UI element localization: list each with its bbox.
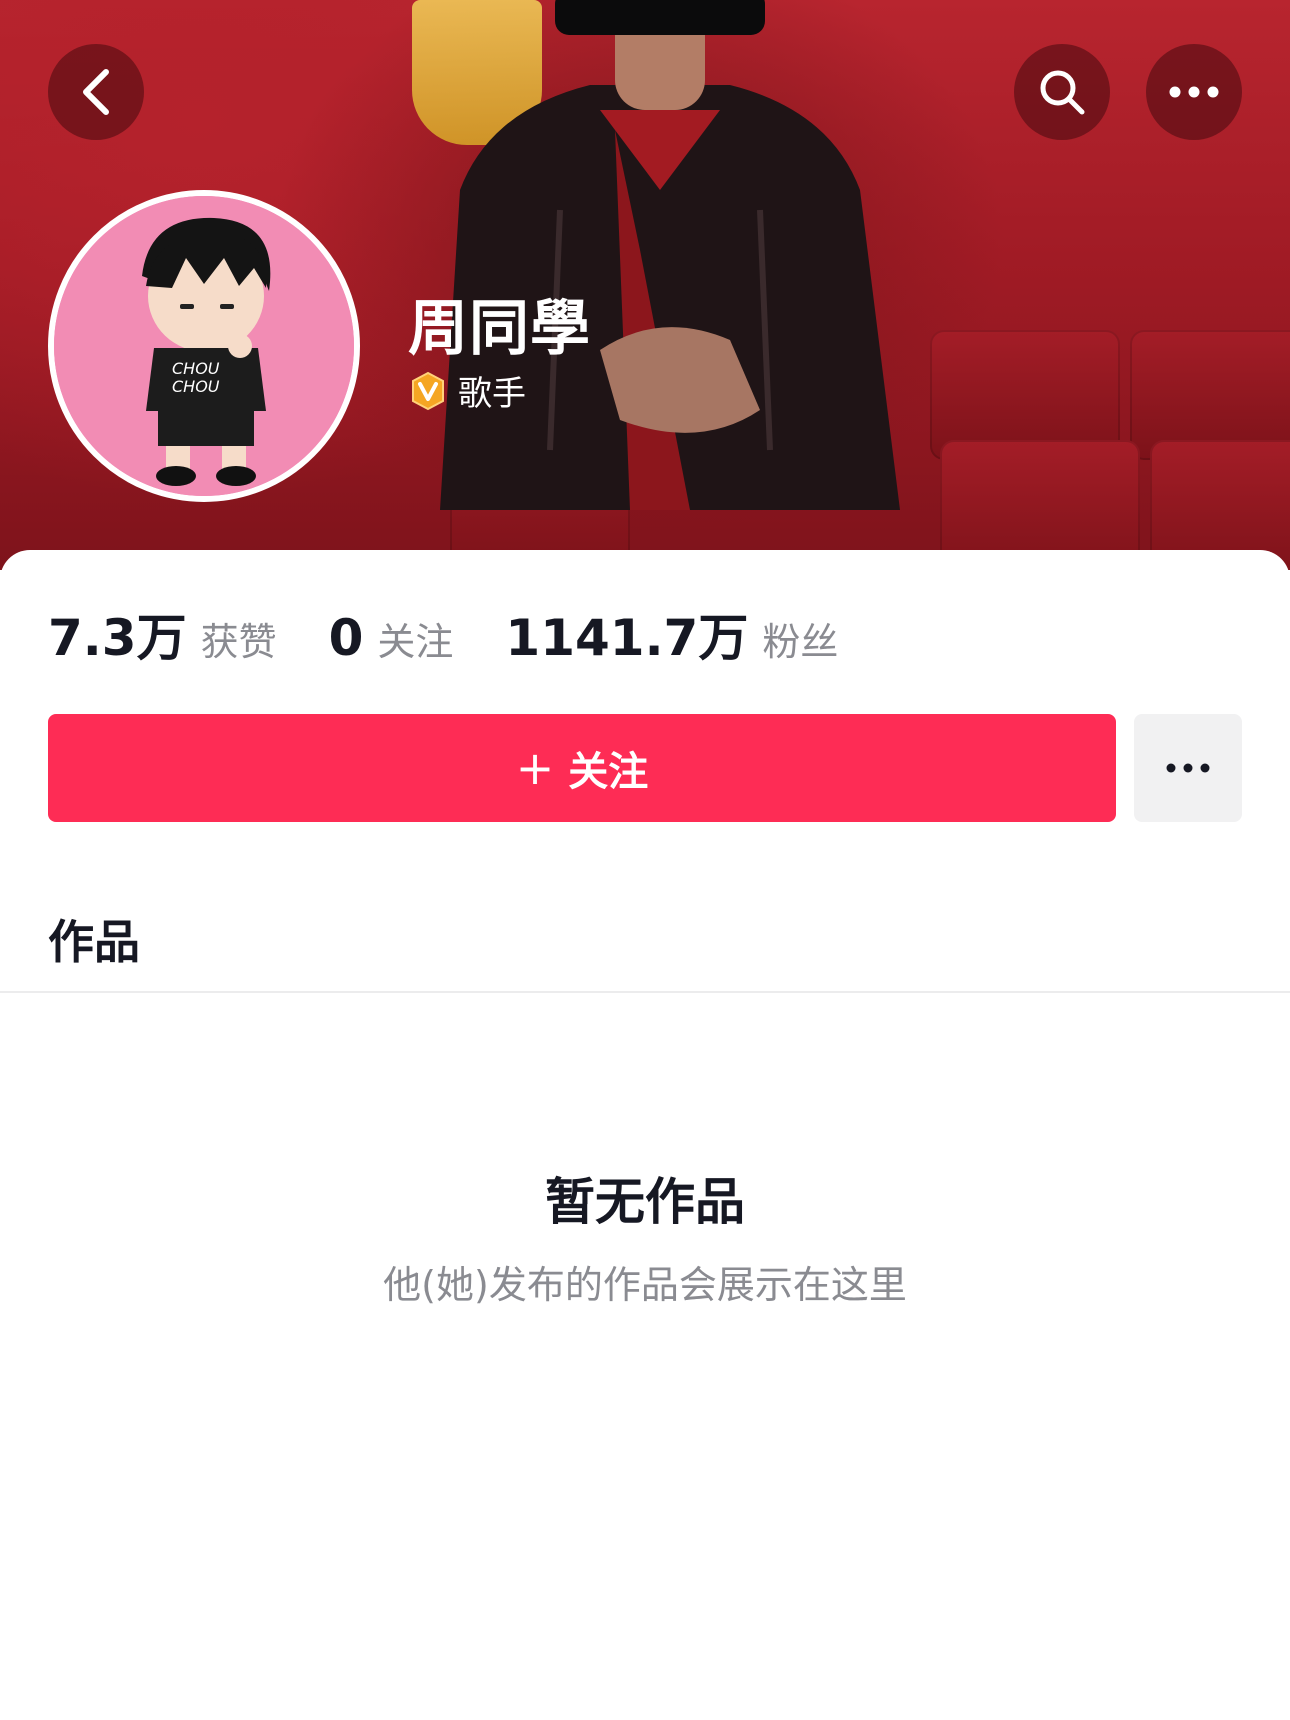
ellipsis-horizontal-icon <box>1169 86 1219 98</box>
follow-button[interactable]: + 关注 <box>48 714 1116 822</box>
stat-likes[interactable]: 7.3万 获赞 <box>48 598 277 670</box>
stat-following[interactable]: 0 关注 <box>329 609 454 667</box>
more-actions-button[interactable] <box>1134 714 1242 822</box>
profile-display-name: 周同學 <box>408 294 591 364</box>
empty-state-title: 暂无作品 <box>545 1173 745 1231</box>
stat-value: 0 <box>328 609 364 667</box>
avatar-figure-image: CHOU CHOU <box>54 196 354 496</box>
ellipsis-horizontal-icon <box>1166 763 1210 773</box>
stat-value: 7.3万 <box>48 609 187 667</box>
cover-person-photo <box>440 0 900 510</box>
tab-works[interactable]: 作品 <box>48 906 140 972</box>
stat-followers[interactable]: 1141.7万 粉丝 <box>505 598 838 670</box>
profile-cover-banner: CHOU CHOU 周同學 歌手 <box>0 0 1290 570</box>
search-icon <box>1040 70 1085 115</box>
back-button[interactable] <box>48 44 144 140</box>
empty-state-subtitle: 他(她)发布的作品会展示在这里 <box>383 1263 907 1307</box>
stat-label: 粉丝 <box>762 620 839 664</box>
verified-v-badge-icon <box>412 371 444 410</box>
stats-row: 7.3万 获赞 0 关注 1141.7万 粉丝 <box>48 598 890 670</box>
search-button[interactable] <box>1014 44 1110 140</box>
divider <box>0 991 1290 993</box>
chevron-left-icon <box>83 69 109 115</box>
avatar[interactable]: CHOU CHOU <box>48 190 360 502</box>
stat-label: 关注 <box>377 620 454 664</box>
svg-text:CHOU: CHOU <box>172 359 220 378</box>
stat-label: 获赞 <box>200 620 277 664</box>
profile-content-card: 7.3万 获赞 0 关注 1141.7万 粉丝 + 关注 作品 暂无作品 他(她… <box>0 550 1290 1720</box>
profile-page: CHOU CHOU 周同學 歌手 7.3万 获赞 0 关注 1141.7万 粉丝… <box>0 0 1290 1720</box>
stat-value: 1141.7万 <box>505 609 749 667</box>
follow-button-label: 关注 <box>568 749 649 795</box>
verification-label: 歌手 <box>458 374 526 414</box>
svg-text:CHOU: CHOU <box>172 377 220 396</box>
verification-row: 歌手 <box>408 366 526 415</box>
more-options-button[interactable] <box>1146 44 1242 140</box>
plus-icon: + <box>515 741 555 795</box>
